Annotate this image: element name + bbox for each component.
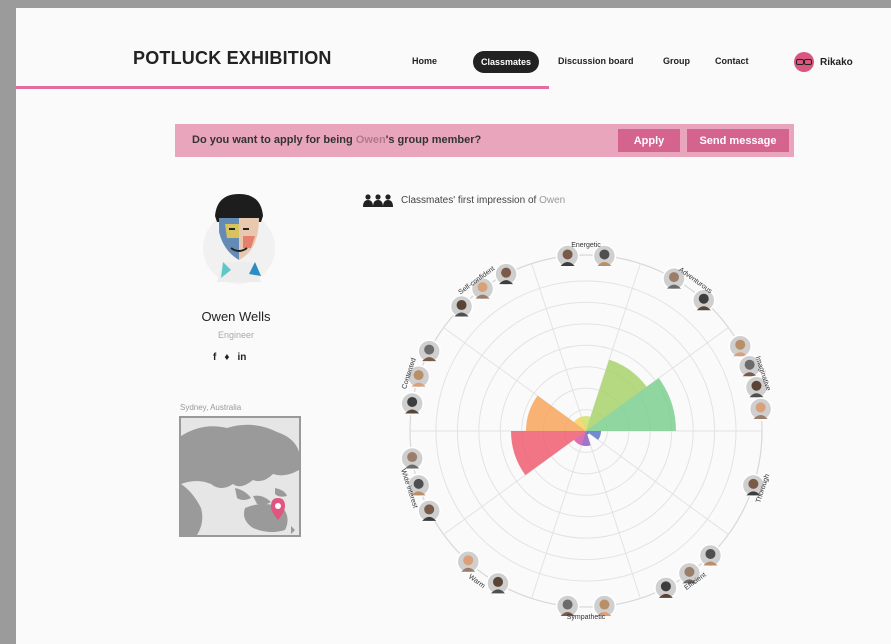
social-links: f ♦ in	[213, 352, 246, 363]
classmate-avatar[interactable]	[417, 339, 441, 363]
people-group-icon	[363, 194, 393, 207]
impression-polar-chart: EnergeticAdventurousImaginativeThoroughE…	[399, 242, 773, 621]
classmate-avatar[interactable]	[449, 294, 474, 319]
header-underline	[16, 86, 549, 89]
impression-name: Owen	[539, 195, 566, 206]
classmate-avatar[interactable]	[692, 288, 716, 312]
nav-group[interactable]: Group	[663, 56, 690, 66]
profile-photo	[203, 194, 275, 284]
classmate-avatar[interactable]	[417, 499, 441, 523]
question-prefix: Do you want to apply for being	[192, 134, 356, 146]
classmate-avatar[interactable]	[728, 334, 752, 358]
nav-home[interactable]: Home	[412, 56, 437, 66]
question-name: Owen	[355, 134, 386, 146]
classmate-avatar[interactable]	[400, 391, 424, 416]
classmate-avatar[interactable]	[654, 576, 678, 600]
trait-label: Warm	[467, 574, 486, 591]
question-suffix: 's group member?	[385, 134, 482, 146]
classmate-avatar[interactable]	[748, 397, 773, 421]
header: POTLUCK EXHIBITION Home Classmates Discu…	[16, 8, 891, 90]
classmate-avatar[interactable]	[494, 262, 518, 286]
facebook-icon[interactable]: f	[213, 352, 216, 363]
sector-wide-interest[interactable]	[511, 431, 586, 476]
profile-name: Owen Wells	[201, 309, 271, 324]
apply-button[interactable]: Apply	[618, 129, 680, 152]
profile-title: Engineer	[217, 330, 255, 340]
trait-label: Energetic	[571, 242, 601, 249]
user-menu[interactable]: Rikako	[794, 52, 853, 72]
twitter-icon[interactable]: ♦	[224, 352, 229, 363]
user-avatar-icon	[794, 52, 814, 72]
grid-spoke	[585, 430, 641, 599]
brand-logo[interactable]: POTLUCK EXHIBITION	[133, 48, 332, 69]
nav-classmates[interactable]: Classmates	[473, 51, 540, 73]
location-map[interactable]	[179, 416, 301, 537]
user-name: Rikako	[820, 56, 853, 68]
send-message-button[interactable]: Send message	[687, 129, 789, 152]
impression-heading: Classmates' first impression of Owen	[363, 194, 565, 207]
page: POTLUCK EXHIBITION Home Classmates Discu…	[16, 8, 891, 644]
nav-discussion-board[interactable]: Discussion board	[558, 56, 634, 66]
nav-contact[interactable]: Contact	[715, 56, 749, 66]
world-map	[181, 418, 299, 535]
classmate-avatar[interactable]	[456, 550, 480, 574]
grid-spoke	[585, 430, 729, 535]
impression-prefix: Classmates' first impression of	[401, 195, 540, 206]
classmate-avatar[interactable]	[400, 446, 424, 471]
apply-banner: Do you want to apply for being Owen's gr…	[175, 124, 794, 157]
chart-sectors	[511, 359, 676, 476]
classmate-avatar[interactable]	[486, 571, 510, 596]
classmate-avatar[interactable]	[698, 543, 723, 568]
apply-question: Do you want to apply for being Owen's gr…	[192, 134, 481, 146]
linkedin-icon[interactable]: in	[237, 352, 246, 363]
location-label: Sydney, Australia	[180, 403, 242, 412]
trait-label: Sympathetic	[567, 614, 606, 621]
